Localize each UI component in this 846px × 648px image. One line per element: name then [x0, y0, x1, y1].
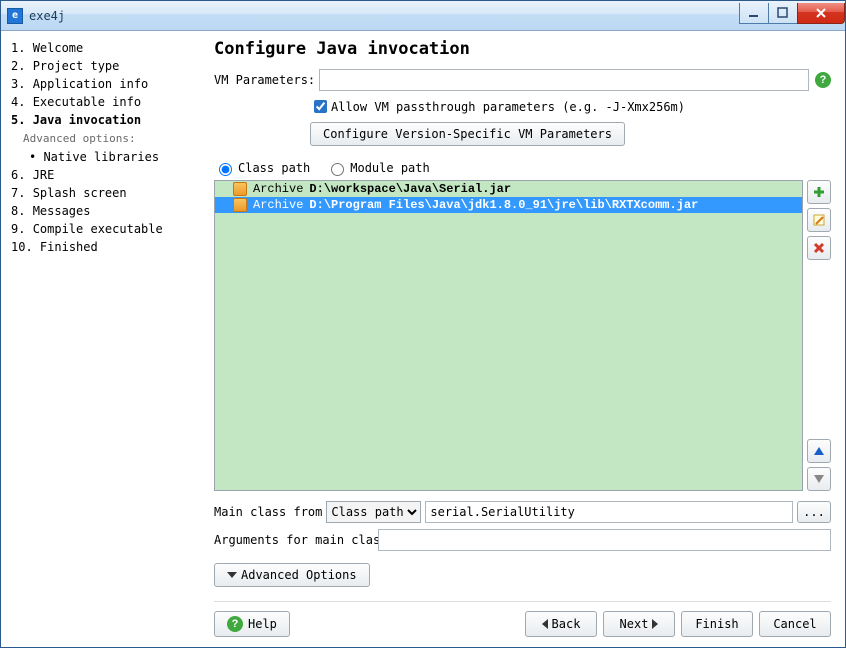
step-compile-executable[interactable]: 9. Compile executable [11, 220, 202, 238]
step-executable-info[interactable]: 4. Executable info [11, 93, 202, 111]
arguments-input[interactable] [378, 529, 831, 551]
delete-entry-button[interactable] [807, 236, 831, 260]
step-native-libraries[interactable]: Native libraries [11, 148, 202, 166]
step-finished[interactable]: 10. Finished [11, 238, 202, 256]
jar-icon [233, 182, 247, 196]
classpath-toolbar [807, 180, 831, 491]
divider [214, 601, 831, 603]
window-title: exe4j [29, 9, 65, 23]
main-class-from-label: Main class from [214, 505, 322, 519]
page-title: Configure Java invocation [214, 39, 831, 59]
app-icon: e [7, 8, 23, 24]
main-class-from-select[interactable]: Class path [326, 501, 421, 523]
arrow-down-icon [814, 475, 824, 483]
help-icon: ? [227, 616, 243, 632]
move-down-button[interactable] [807, 467, 831, 491]
arguments-label: Arguments for main class: [214, 533, 374, 547]
step-messages[interactable]: 8. Messages [11, 202, 202, 220]
step-jre[interactable]: 6. JRE [11, 166, 202, 184]
advanced-options-label: Advanced options: [11, 129, 202, 148]
allow-passthrough-checkbox[interactable] [314, 100, 327, 113]
wizard-footer: ? Help Back Next Finish Cancel [214, 611, 831, 637]
step-application-info[interactable]: 3. Application info [11, 75, 202, 93]
move-up-button[interactable] [807, 439, 831, 463]
step-splash-screen[interactable]: 7. Splash screen [11, 184, 202, 202]
back-button[interactable]: Back [525, 611, 597, 637]
main-panel: Configure Java invocation VM Parameters:… [206, 31, 845, 647]
arrow-left-icon [542, 619, 548, 629]
advanced-options-button[interactable]: Advanced Options [214, 563, 370, 587]
classpath-list[interactable]: Archive D:\workspace\Java\Serial.jar Arc… [214, 180, 803, 491]
close-button[interactable] [797, 3, 845, 24]
finish-button[interactable]: Finish [681, 611, 753, 637]
help-button[interactable]: ? Help [214, 611, 290, 637]
step-welcome[interactable]: 1. Welcome [11, 39, 202, 57]
modulepath-radio[interactable]: Module path [326, 160, 429, 176]
configure-version-specific-button[interactable]: Configure Version-Specific VM Parameters [310, 122, 625, 146]
maximize-button[interactable] [768, 3, 798, 24]
vm-parameters-label: VM Parameters: [214, 73, 315, 87]
arrow-right-icon [652, 619, 658, 629]
allow-passthrough-label: Allow VM passthrough parameters (e.g. -J… [331, 100, 685, 114]
wizard-steps-sidebar: 1. Welcome 2. Project type 3. Applicatio… [1, 31, 206, 647]
main-class-input[interactable] [425, 501, 793, 523]
add-entry-button[interactable] [807, 180, 831, 204]
app-window: e exe4j 1. Welcome 2. Project type 3. Ap… [0, 0, 846, 648]
help-icon[interactable]: ? [815, 72, 831, 88]
step-project-type[interactable]: 2. Project type [11, 57, 202, 75]
browse-main-class-button[interactable]: ... [797, 501, 831, 523]
vm-parameters-input[interactable] [319, 69, 809, 91]
cancel-button[interactable]: Cancel [759, 611, 831, 637]
chevron-down-icon [227, 572, 237, 578]
titlebar: e exe4j [1, 1, 845, 31]
classpath-entry[interactable]: Archive D:\workspace\Java\Serial.jar [215, 181, 802, 197]
edit-entry-button[interactable] [807, 208, 831, 232]
minimize-button[interactable] [739, 3, 769, 24]
classpath-radio[interactable]: Class path [214, 160, 310, 176]
jar-icon [233, 198, 247, 212]
next-button[interactable]: Next [603, 611, 675, 637]
classpath-entry[interactable]: Archive D:\Program Files\Java\jdk1.8.0_9… [215, 197, 802, 213]
step-java-invocation[interactable]: 5. Java invocation [11, 111, 202, 129]
arrow-up-icon [814, 447, 824, 455]
window-controls [740, 3, 845, 24]
